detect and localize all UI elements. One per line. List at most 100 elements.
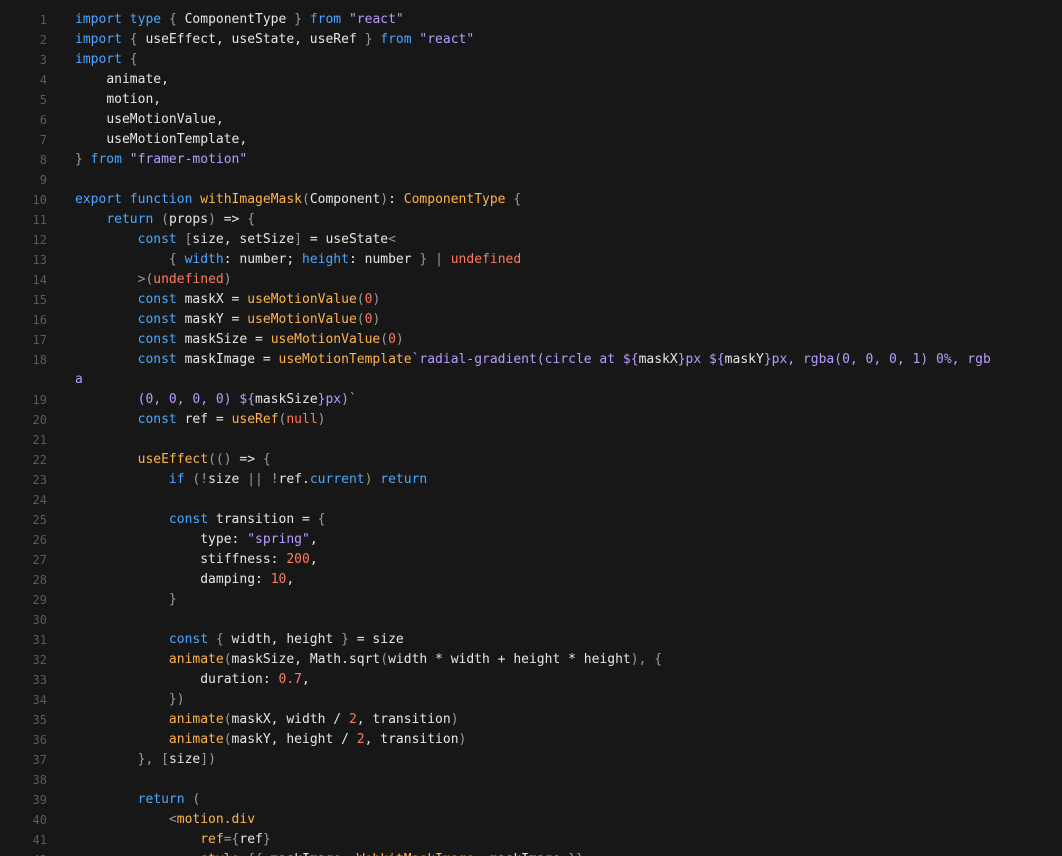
code-token: >( [137,272,154,287]
code-line[interactable]: 12 const [size, setSize] = useState< [0,230,1062,250]
code-token: }px ${ [677,352,725,367]
code-token: 0 [388,332,396,347]
code-token: ) [458,732,467,747]
code-line[interactable]: 17 const maskSize = useMotionValue(0) [0,330,1062,350]
code-line[interactable]: 11 return (props) => { [0,210,1062,230]
code-line[interactable]: 13 { width: number; height: number } | u… [0,250,1062,270]
code-line[interactable]: 31 const { width, height } = size [0,630,1062,650]
code-token: const [137,292,177,307]
code-line[interactable]: 42 style={{ maskImage, WebkitMaskImage: … [0,850,1062,856]
code-token: < [388,232,396,247]
code-line[interactable]: 14 >(undefined) [0,270,1062,290]
code-token: ={{ [239,852,262,856]
line-number: 3 [39,53,47,67]
code-editor[interactable]: 1 import type { ComponentType } from "rea… [0,0,1062,856]
code-line[interactable]: 28 damping: 10, [0,570,1062,590]
code-line[interactable]: 21 [0,430,1062,450]
code-token: maskY = [176,312,248,327]
code-line[interactable]: 10 export function withImageMask(Componen… [0,190,1062,210]
code-line[interactable]: 26 type: "spring", [0,530,1062,550]
line-content: animate(maskSize, Math.sqrt(width * widt… [75,650,995,670]
code-line[interactable]: 8} from "framer-motion" [0,150,1062,170]
code-line[interactable]: 35 animate(maskX, width / 2, transition) [0,710,1062,730]
code-token: function [129,192,193,207]
code-line[interactable]: 39 return ( [0,790,1062,810]
code-line[interactable]: 33 duration: 0.7, [0,670,1062,690]
code-line[interactable]: 20 const ref = useRef(null) [0,410,1062,430]
code-token: : [388,192,404,207]
code-token: { [168,252,177,267]
code-line[interactable]: 16 const maskY = useMotionValue(0) [0,310,1062,330]
code-line[interactable]: 38 [0,770,1062,790]
code-token: width * width + height * height [388,652,631,667]
code-token: useMotionValue [270,332,381,347]
code-line[interactable]: 15 const maskX = useMotionValue(0) [0,290,1062,310]
code-token: ] [294,232,302,247]
code-line[interactable]: 2 import { useEffect, useState, useRef } … [0,30,1062,50]
code-token: animate [168,652,224,667]
line-number: 31 [32,633,47,647]
code-token: size, setSize [192,232,295,247]
code-line[interactable]: 3 import { [0,50,1062,70]
code-line[interactable]: 29 } [0,590,1062,610]
code-token: maskY, height / [231,732,357,747]
code-area[interactable]: 1 import type { ComponentType } from "rea… [0,10,1062,856]
code-line[interactable]: 40 <motion.div [0,810,1062,830]
code-line[interactable]: 30 [0,610,1062,630]
code-line[interactable]: 41 ref={ref} [0,830,1062,850]
code-token: (() [208,452,232,467]
line-number: 20 [32,413,47,427]
code-line[interactable]: 18 const maskImage = useMotionTemplate`r… [0,350,1062,407]
code-line[interactable]: 5 motion, [0,90,1062,110]
line-content: const maskY = useMotionValue(0) [75,310,995,330]
code-line[interactable]: 36 animate(maskY, height / 2, transition… [0,730,1062,750]
code-line[interactable]: 23 if (!size || !ref.current) return [0,470,1062,490]
code-token: } [262,832,271,847]
code-token: { [129,52,138,67]
code-token: ( [161,212,169,227]
code-token: width [184,252,224,267]
code-line[interactable]: 1 import type { ComponentType } from "rea… [0,10,1062,30]
code-token: Component [309,192,381,207]
line-number: 2 [39,33,47,47]
code-token: WebkitMaskImage [357,852,474,856]
code-line[interactable]: 25 const transition = { [0,510,1062,530]
code-line[interactable]: 19 [0,390,1062,410]
code-token: ref. [278,472,310,487]
code-line[interactable]: 24 [0,490,1062,510]
code-token: = useState [302,232,389,247]
line-content: const maskSize = useMotionValue(0) [75,330,995,350]
code-token: ={ [223,832,240,847]
code-token: { [215,632,224,647]
code-line[interactable]: 9 [0,170,1062,190]
code-line[interactable]: 37 }, [size]) [0,750,1062,770]
code-token: ComponentType [176,12,295,27]
code-token: => [231,452,263,467]
code-line[interactable]: 7 useMotionTemplate, [0,130,1062,150]
code-line[interactable]: 32 animate(maskSize, Math.sqrt(width * w… [0,650,1062,670]
code-token: ( [302,192,310,207]
code-token: const [168,632,209,647]
code-line[interactable]: 4 animate, [0,70,1062,90]
code-token: ), [630,652,647,667]
line-number: 28 [32,573,47,587]
code-line[interactable]: 22 useEffect(() => { [0,450,1062,470]
code-line[interactable]: 6 useMotionValue, [0,110,1062,130]
code-token: return [106,212,154,227]
code-token: ) [208,212,216,227]
code-line[interactable]: 27 stiffness: 200, [0,550,1062,570]
code-token: useMotionValue, [75,112,224,127]
code-token: maskSize = [176,332,271,347]
code-token: type [129,12,162,27]
code-line[interactable]: 34 }) [0,690,1062,710]
